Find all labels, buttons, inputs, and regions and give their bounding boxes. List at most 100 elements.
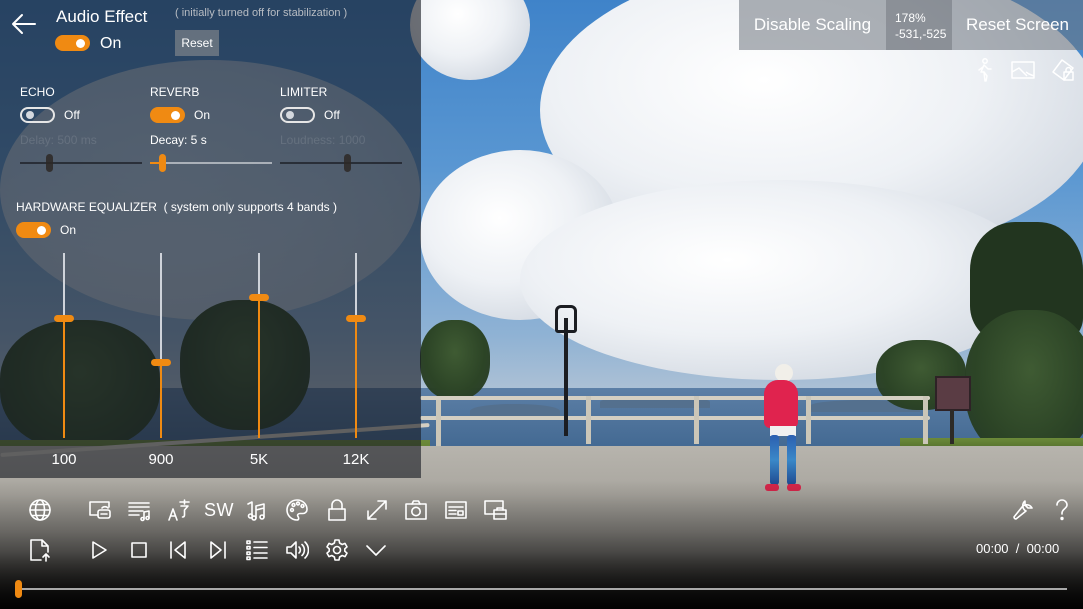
- sw-decoder-button[interactable]: SW: [202, 496, 236, 524]
- eq-band-label: 900: [148, 451, 174, 468]
- fullscreen-icon[interactable]: [363, 496, 391, 524]
- echo-delay-slider[interactable]: [20, 153, 142, 173]
- fence-post: [586, 396, 591, 444]
- collapse-chevron-icon[interactable]: [362, 536, 390, 564]
- globe-icon[interactable]: [26, 496, 54, 524]
- pan-offset: -531,-525: [895, 27, 947, 41]
- stabilization-hint: ( initially turned off for stabilization…: [175, 7, 348, 19]
- equalizer-toggle-label: On: [60, 223, 77, 237]
- cloud: [520, 180, 1040, 380]
- tree: [420, 320, 490, 400]
- slider-fill: [258, 297, 260, 438]
- eq-band-slider-5k[interactable]: [247, 253, 271, 438]
- limiter-toggle-label: Off: [324, 108, 340, 122]
- equalizer-note: ( system only supports 4 bands ): [163, 200, 337, 214]
- audio-effect-toggle-label: On: [100, 35, 122, 52]
- slider-track: [20, 162, 142, 164]
- slider-fill: [160, 362, 162, 438]
- toggle-knob: [76, 39, 85, 48]
- camera-icon[interactable]: [402, 496, 430, 524]
- back-button[interactable]: [8, 8, 40, 40]
- fence-post: [694, 396, 699, 444]
- toggle-knob: [26, 111, 34, 119]
- toggle-knob: [171, 111, 180, 120]
- slider-thumb[interactable]: [249, 294, 269, 302]
- reverb-decay-label: Decay: 5 s: [150, 133, 207, 147]
- fence-post: [923, 396, 928, 444]
- seek-thumb[interactable]: [15, 580, 22, 598]
- panel-title: Audio Effect: [56, 7, 148, 26]
- equalizer-toggle[interactable]: [16, 222, 51, 238]
- fence-rail: [420, 416, 930, 420]
- equalizer-label: HARDWARE EQUALIZER ( system only support…: [16, 200, 337, 214]
- limiter-loudness-slider[interactable]: [280, 153, 402, 173]
- settings-icon[interactable]: [323, 536, 351, 564]
- rotate-lock-icon[interactable]: [1050, 57, 1076, 83]
- equalizer-title: HARDWARE EQUALIZER: [16, 200, 157, 214]
- scaling-controls: Disable Scaling 178% -531,-525 Reset Scr…: [739, 0, 1083, 50]
- toggle-knob: [37, 226, 46, 235]
- lock-icon[interactable]: [323, 496, 351, 524]
- audio-effect-panel: Audio Effect ( initially turned off for …: [0, 0, 421, 478]
- slider-thumb[interactable]: [344, 154, 352, 172]
- volume-icon[interactable]: [283, 536, 311, 564]
- playlist-music-icon[interactable]: [125, 496, 153, 524]
- help-icon[interactable]: [1048, 496, 1076, 524]
- play-icon[interactable]: [85, 536, 113, 564]
- reset-button[interactable]: Reset: [175, 30, 219, 56]
- fence-post: [806, 396, 811, 444]
- eq-band-label: 12K: [342, 451, 370, 468]
- subtitle-language-icon[interactable]: [165, 496, 193, 524]
- reverb-decay-slider[interactable]: [150, 153, 272, 173]
- limiter-toggle[interactable]: [280, 107, 315, 123]
- previous-icon[interactable]: [164, 536, 192, 564]
- stop-icon[interactable]: [125, 536, 153, 564]
- echo-toggle[interactable]: [20, 107, 55, 123]
- slider-fill: [355, 317, 357, 438]
- cast-icon[interactable]: [86, 496, 114, 524]
- reset-screen-button[interactable]: Reset Screen: [952, 0, 1083, 50]
- music-notes-icon[interactable]: [244, 496, 272, 524]
- eq-band-slider-100[interactable]: [52, 253, 76, 438]
- pedestrian-icon[interactable]: [971, 57, 997, 83]
- echo-toggle-label: Off: [64, 108, 80, 122]
- disable-scaling-button[interactable]: Disable Scaling: [739, 0, 886, 50]
- eq-band-label: 5K: [249, 451, 269, 468]
- reverb-label: REVERB: [150, 85, 200, 99]
- slider-thumb[interactable]: [151, 359, 171, 367]
- slider-track: [280, 162, 402, 164]
- lamp-post: [564, 318, 568, 436]
- limiter-loudness-label: Loudness: 1000: [280, 133, 366, 147]
- slider-fill: [63, 317, 65, 438]
- slider-thumb[interactable]: [346, 314, 366, 322]
- seek-bar[interactable]: [15, 578, 1067, 600]
- sw-label: SW: [204, 499, 234, 520]
- caption-icon[interactable]: [442, 496, 470, 524]
- audio-effect-toggle[interactable]: [55, 35, 90, 51]
- playlist-icon[interactable]: [243, 536, 271, 564]
- fence-rail: [420, 396, 930, 400]
- next-icon[interactable]: [204, 536, 232, 564]
- reverb-toggle[interactable]: [150, 107, 185, 123]
- eq-band-slider-900[interactable]: [149, 253, 173, 438]
- palette-icon[interactable]: [283, 496, 311, 524]
- screen-briefcase-icon[interactable]: [481, 496, 509, 524]
- person-leg: [787, 435, 796, 485]
- zoom-level: 178%: [895, 11, 926, 25]
- slider-thumb[interactable]: [46, 154, 54, 172]
- sign-post: [950, 410, 954, 444]
- signboard: [935, 376, 971, 411]
- eq-band-label: 100: [51, 451, 77, 468]
- slider-thumb[interactable]: [159, 154, 167, 172]
- playback-time: 00:00 / 00:00: [976, 541, 1059, 556]
- eq-band-slider-12k[interactable]: [344, 253, 368, 438]
- seek-track: [18, 588, 1067, 590]
- open-file-icon[interactable]: [26, 536, 54, 564]
- wrench-icon[interactable]: [1009, 496, 1037, 524]
- person-jacket: [764, 380, 798, 428]
- fence-post: [436, 400, 441, 446]
- lamp-head: [555, 305, 577, 333]
- slider-thumb[interactable]: [54, 314, 74, 322]
- picture-icon[interactable]: [1010, 57, 1036, 83]
- limiter-label: LIMITER: [280, 85, 328, 99]
